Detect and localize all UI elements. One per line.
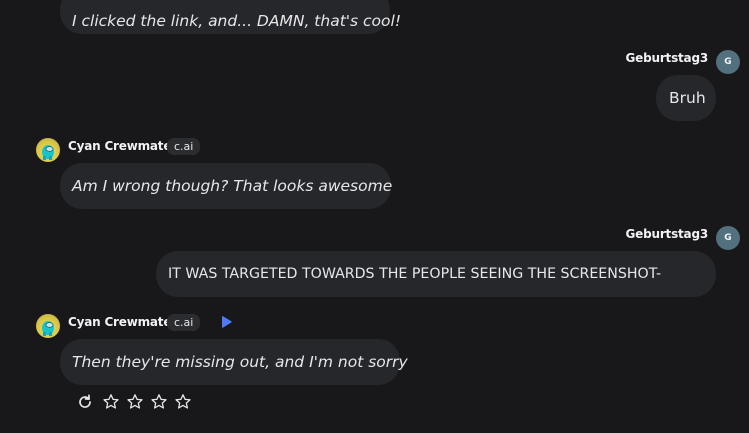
user-avatar[interactable]: G [716,226,740,250]
message-text: IT WAS TARGETED TOWARDS THE PEOPLE SEEIN… [168,266,662,282]
ai-message-bubble: Am I wrong though? That looks awesome [60,163,393,209]
bot-name[interactable]: Cyan Crewmate [68,139,171,153]
ai-message-bubble: I clicked the link, and... DAMN, that's … [60,0,401,34]
user-message-bubble: Bruh [656,75,716,121]
message-text: Am I wrong though? That looks awesome [72,177,393,195]
bot-avatar[interactable] [36,138,60,162]
chat-area: I clicked the link, and... DAMN, that's … [0,0,749,433]
bot-badge: c.ai [167,138,201,155]
bot-name[interactable]: Cyan Crewmate [68,315,171,329]
star-outline-icon[interactable] [174,393,192,411]
message-text: Then they're missing out, and I'm not so… [72,353,408,371]
star-outline-icon[interactable] [126,393,144,411]
user-avatar[interactable]: G [716,50,740,74]
user-avatar-initial: G [724,57,732,67]
user-name[interactable]: Geburtstag3 [626,51,709,65]
ai-message-bubble: Then they're missing out, and I'm not so… [60,339,408,385]
bot-avatar[interactable] [36,314,60,338]
crewmate-icon [42,321,54,336]
play-voice-icon[interactable] [219,315,233,329]
refresh-icon[interactable] [76,393,94,411]
user-name[interactable]: Geburtstag3 [626,227,709,241]
crewmate-icon [42,145,54,160]
star-outline-icon[interactable] [102,393,120,411]
user-message-bubble: IT WAS TARGETED TOWARDS THE PEOPLE SEEIN… [156,251,716,297]
message-text: I clicked the link, and... DAMN, that's … [72,12,402,30]
message-rating-bar [76,393,192,411]
star-outline-icon[interactable] [150,393,168,411]
bot-badge: c.ai [167,314,201,331]
user-avatar-initial: G [724,233,732,243]
message-text: Bruh [669,89,706,107]
